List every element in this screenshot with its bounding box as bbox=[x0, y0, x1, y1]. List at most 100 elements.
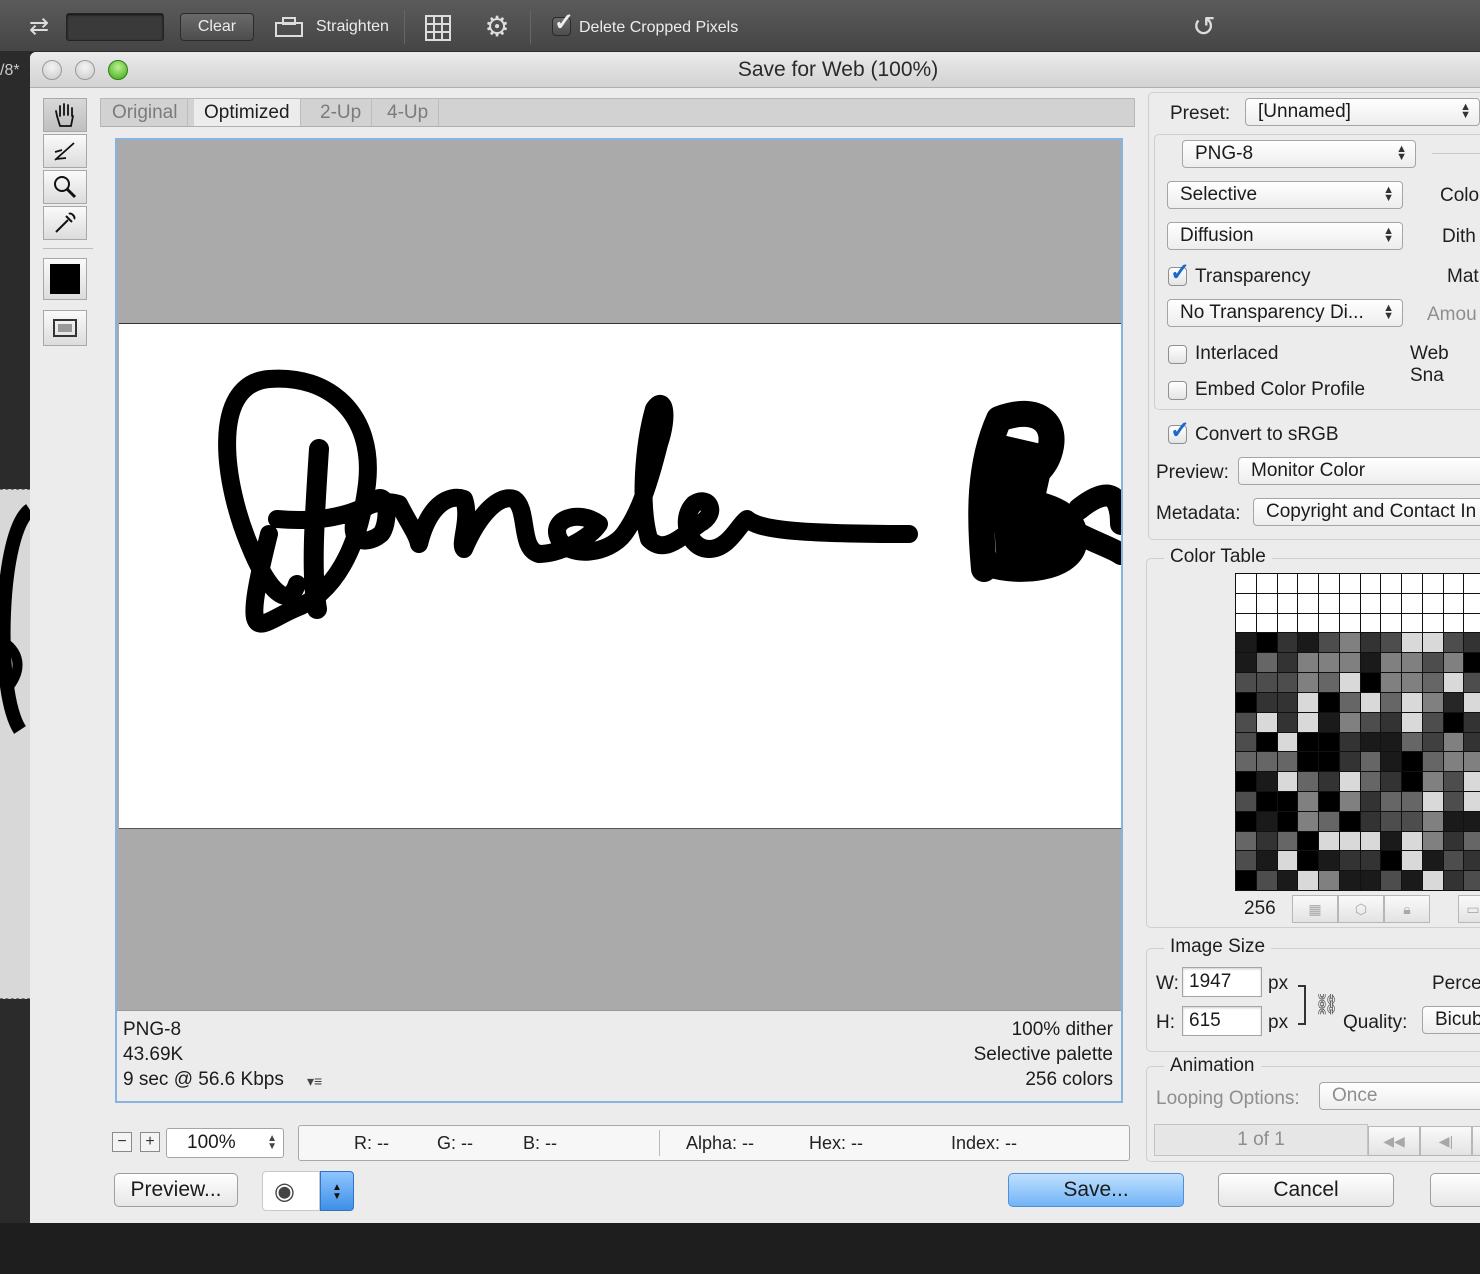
color-swatch[interactable] bbox=[1256, 574, 1277, 593]
color-swatch[interactable] bbox=[1319, 673, 1339, 692]
color-swatch[interactable] bbox=[1298, 712, 1318, 732]
color-swatch[interactable] bbox=[1236, 673, 1256, 692]
color-swatch[interactable] bbox=[1443, 791, 1464, 811]
color-swatch[interactable] bbox=[1236, 791, 1256, 811]
color-swatch[interactable] bbox=[1298, 593, 1318, 613]
color-swatch[interactable] bbox=[1256, 851, 1277, 871]
color-swatch[interactable] bbox=[1443, 613, 1464, 633]
eyedropper-color-swatch[interactable] bbox=[43, 258, 87, 300]
color-swatch[interactable] bbox=[1360, 692, 1381, 712]
download-speed-menu-icon[interactable]: ▾≡ bbox=[307, 1073, 322, 1090]
color-swatch[interactable] bbox=[1339, 613, 1360, 633]
color-swatch[interactable] bbox=[1256, 613, 1277, 633]
color-swatch[interactable] bbox=[1277, 613, 1298, 633]
color-swatch[interactable] bbox=[1402, 772, 1422, 791]
color-swatch[interactable] bbox=[1256, 791, 1277, 811]
color-swatch[interactable] bbox=[1298, 574, 1318, 593]
color-swatch[interactable] bbox=[1256, 752, 1277, 772]
color-swatch[interactable] bbox=[1298, 871, 1318, 890]
color-swatch[interactable] bbox=[1277, 673, 1298, 692]
color-swatch[interactable] bbox=[1236, 871, 1256, 890]
color-swatch[interactable] bbox=[1402, 613, 1422, 633]
color-swatch[interactable] bbox=[1464, 851, 1480, 871]
color-swatch[interactable] bbox=[1277, 712, 1298, 732]
color-swatch[interactable] bbox=[1402, 673, 1422, 692]
tab-original[interactable]: Original bbox=[102, 99, 189, 126]
done-button[interactable] bbox=[1430, 1173, 1480, 1207]
color-swatch[interactable] bbox=[1443, 593, 1464, 613]
reset-icon[interactable]: ↺ bbox=[1188, 12, 1220, 42]
color-swatch[interactable] bbox=[1319, 653, 1339, 673]
color-swatch[interactable] bbox=[1319, 692, 1339, 712]
play-frame-icon[interactable] bbox=[1472, 1126, 1480, 1156]
color-swatch[interactable] bbox=[1422, 831, 1443, 851]
color-swatch[interactable] bbox=[1381, 831, 1401, 851]
color-table-grid[interactable] bbox=[1235, 573, 1480, 891]
color-swatch[interactable] bbox=[1339, 653, 1360, 673]
transparency-dither-select[interactable]: No Transparency Di... ▲ ▼ bbox=[1167, 299, 1403, 327]
color-swatch[interactable] bbox=[1402, 791, 1422, 811]
color-reduction-select[interactable]: Selective ▲ ▼ bbox=[1167, 181, 1403, 209]
color-swatch[interactable] bbox=[1256, 831, 1277, 851]
new-color-icon[interactable]: ▭ bbox=[1458, 895, 1480, 923]
color-swatch[interactable] bbox=[1381, 613, 1401, 633]
swap-icon[interactable]: ⇄ bbox=[24, 12, 54, 42]
color-swatch[interactable] bbox=[1339, 831, 1360, 851]
color-swatch[interactable] bbox=[1319, 831, 1339, 851]
preview-in-browser-button[interactable]: Preview... bbox=[114, 1173, 238, 1207]
color-swatch[interactable] bbox=[1443, 692, 1464, 712]
color-swatch[interactable] bbox=[1422, 791, 1443, 811]
color-swatch[interactable] bbox=[1277, 791, 1298, 811]
interlaced-label[interactable]: Interlaced bbox=[1195, 343, 1278, 365]
color-swatch[interactable] bbox=[1402, 633, 1422, 653]
color-swatch[interactable] bbox=[1422, 613, 1443, 633]
hand-tool-icon[interactable] bbox=[43, 98, 87, 132]
color-swatch[interactable] bbox=[1319, 732, 1339, 752]
color-swatch[interactable] bbox=[1236, 831, 1256, 851]
color-swatch[interactable] bbox=[1422, 633, 1443, 653]
color-swatch[interactable] bbox=[1298, 613, 1318, 633]
toggle-slices-visibility-icon[interactable] bbox=[43, 310, 87, 346]
color-swatch[interactable] bbox=[1277, 752, 1298, 772]
color-swatch[interactable] bbox=[1381, 772, 1401, 791]
color-swatch[interactable] bbox=[1443, 811, 1464, 831]
color-swatch[interactable] bbox=[1443, 574, 1464, 593]
preset-select[interactable]: [Unnamed] ▲ ▼ bbox=[1245, 98, 1480, 126]
color-swatch[interactable] bbox=[1236, 593, 1256, 613]
color-swatch[interactable] bbox=[1339, 574, 1360, 593]
color-swatch[interactable] bbox=[1443, 831, 1464, 851]
web-shift-icon[interactable]: ⬡ bbox=[1338, 895, 1384, 923]
color-swatch[interactable] bbox=[1402, 712, 1422, 732]
color-swatch[interactable] bbox=[1319, 752, 1339, 772]
color-swatch[interactable] bbox=[1298, 692, 1318, 712]
color-swatch[interactable] bbox=[1236, 692, 1256, 712]
embed-color-profile-checkbox[interactable] bbox=[1168, 381, 1187, 400]
color-swatch[interactable] bbox=[1256, 653, 1277, 673]
color-swatch[interactable] bbox=[1464, 673, 1480, 692]
color-swatch[interactable] bbox=[1360, 732, 1381, 752]
tab-4-up[interactable]: 4-Up bbox=[377, 99, 440, 126]
color-swatch[interactable] bbox=[1402, 574, 1422, 593]
color-swatch[interactable] bbox=[1443, 772, 1464, 791]
browser-select-stepper-icon[interactable]: ▲ ▼ bbox=[320, 1171, 354, 1211]
previous-frame-icon[interactable]: ◀| bbox=[1420, 1126, 1472, 1156]
color-swatch[interactable] bbox=[1360, 593, 1381, 613]
color-swatch[interactable] bbox=[1236, 772, 1256, 791]
color-swatch[interactable] bbox=[1277, 593, 1298, 613]
color-swatch[interactable] bbox=[1381, 851, 1401, 871]
color-swatch[interactable] bbox=[1422, 732, 1443, 752]
color-swatch[interactable] bbox=[1319, 871, 1339, 890]
browser-select[interactable]: ◉ ▲ ▼ bbox=[262, 1171, 354, 1211]
color-swatch[interactable] bbox=[1298, 831, 1318, 851]
color-swatch[interactable] bbox=[1381, 712, 1401, 732]
color-swatch[interactable] bbox=[1381, 673, 1401, 692]
color-swatch[interactable] bbox=[1381, 752, 1401, 772]
quality-select[interactable]: Bicub bbox=[1422, 1006, 1480, 1034]
color-swatch[interactable] bbox=[1381, 633, 1401, 653]
zoom-level-field[interactable]: 100% ▲ ▼ bbox=[166, 1128, 284, 1158]
color-swatch[interactable] bbox=[1381, 811, 1401, 831]
color-swatch[interactable] bbox=[1339, 732, 1360, 752]
color-swatch[interactable] bbox=[1360, 791, 1381, 811]
color-swatch[interactable] bbox=[1443, 752, 1464, 772]
zoom-stepper-icon[interactable]: ▲ ▼ bbox=[267, 1134, 277, 1152]
